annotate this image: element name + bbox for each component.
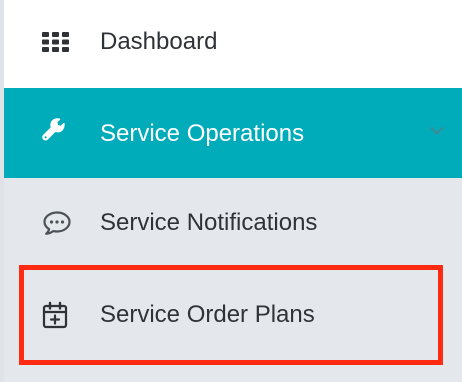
sidebar-item-label: Dashboard: [100, 28, 218, 55]
sidebar-item-service-notifications[interactable]: Service Notifications: [4, 178, 462, 268]
sidebar-item-label: Service Operations: [100, 120, 305, 147]
chevron-down-icon[interactable]: [430, 126, 444, 136]
sidebar-item-label: Service Notifications: [100, 209, 318, 236]
highlight-box: [19, 265, 443, 365]
sidebar-item-dashboard[interactable]: Dashboard: [4, 0, 462, 88]
grid-icon: [42, 32, 69, 52]
wrench-icon: [42, 118, 65, 141]
sidebar-item-service-operations[interactable]: Service Operations: [4, 88, 462, 178]
chat-bubble-icon: [43, 211, 71, 235]
